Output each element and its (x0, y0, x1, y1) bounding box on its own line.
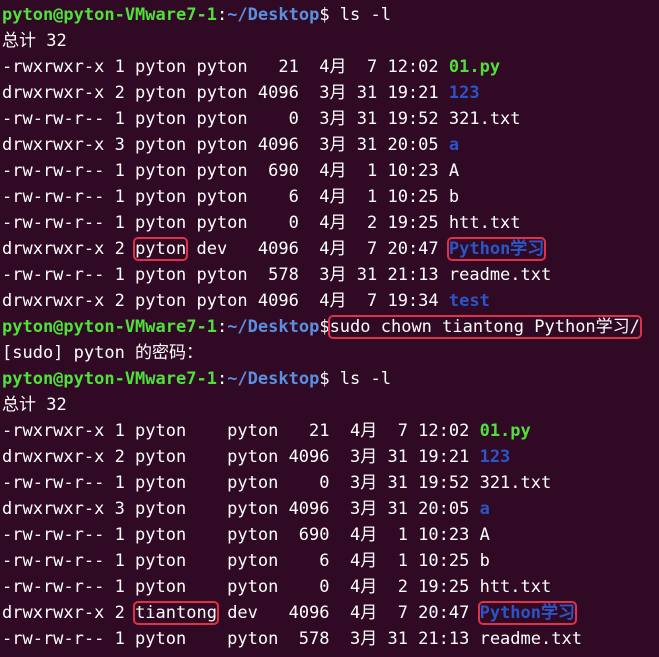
file-entry: drwxrwxr-x 2 pyton pyton 4096 3月 31 19:2… (2, 444, 659, 470)
output-text: [sudo] pyton 的密码： (2, 343, 204, 363)
file-details: dev 4096 4月 7 20:47 (186, 239, 449, 259)
file-name: b (448, 187, 460, 207)
file-entry: -rw-rw-r-- 1 pyton pyton 6 4月 1 10:25 b (2, 548, 659, 574)
output-line: [sudo] pyton 的密码： (2, 340, 659, 366)
file-entry: drwxrwxr-x 3 pyton pyton 4096 3月 31 20:0… (2, 132, 659, 158)
file-details: -rw-rw-r-- 1 pyton pyton 690 4月 1 10:23 (2, 525, 480, 545)
file-details: -rwxrwxr-x 1 pyton pyton 21 4月 7 12:02 (2, 421, 480, 441)
file-details: -rw-rw-r-- 1 pyton pyton 578 3月 31 21:13 (2, 629, 480, 649)
file-entry: -rw-rw-r-- 1 pyton pyton 6 4月 1 10:25 b (2, 184, 659, 210)
file-entry: drwxrwxr-x 2 pyton pyton 4096 4月 7 19:34… (2, 288, 659, 314)
command-text: ls -l (339, 369, 391, 389)
prompt-separator: : (216, 5, 228, 25)
prompt-path: ~/Desktop (227, 369, 320, 389)
file-details: drwxrwxr-x 3 pyton pyton 4096 3月 31 20:0… (2, 135, 449, 155)
prompt-path: ~/Desktop (227, 5, 320, 25)
file-entry: drwxrwxr-x 2 pyton pyton 4096 3月 31 19:2… (2, 80, 659, 106)
file-name: readme.txt (479, 629, 582, 649)
file-entry: -rw-rw-r-- 1 pyton pyton 690 4月 1 10:23 … (2, 158, 659, 184)
output-text: 总计 32 (2, 395, 67, 415)
file-details: -rw-rw-r-- 1 pyton pyton 0 4月 2 19:25 (2, 213, 449, 233)
prompt-line: pyton@pyton-VMware7-1:~/Desktop$ ls -l (2, 2, 659, 28)
output-line: 总计 32 (2, 28, 659, 54)
file-details: -rw-rw-r-- 1 pyton pyton 690 4月 1 10:23 (2, 161, 449, 181)
file-details: -rw-rw-r-- 1 pyton pyton 0 3月 31 19:52 (2, 473, 480, 493)
file-entry: -rw-rw-r-- 1 pyton pyton 578 3月 31 21:13… (2, 262, 659, 288)
file-name-highlighted: Python学习 (477, 601, 578, 625)
file-name: a (448, 135, 460, 155)
prompt-line: pyton@pyton-VMware7-1:~/Desktop$sudo cho… (2, 314, 659, 340)
file-details: -rw-rw-r-- 1 pyton pyton 0 3月 31 19:52 (2, 109, 449, 129)
file-name: b (479, 551, 490, 571)
file-details: dev 4096 4月 7 20:47 (216, 603, 480, 623)
file-details: -rw-rw-r-- 1 pyton pyton 6 4月 1 10:25 (2, 551, 480, 571)
file-name: 01.py (479, 421, 531, 441)
terminal-window[interactable]: pyton@pyton-VMware7-1:~/Desktop$ ls -l 总计… (2, 2, 659, 657)
prompt-user: pyton@pyton-VMware7-1 (2, 5, 217, 25)
prompt-separator: : (216, 369, 228, 389)
file-name-highlighted: Python学习 (446, 237, 547, 261)
file-name: htt.txt (479, 577, 552, 597)
prompt-path: ~/Desktop (227, 317, 320, 337)
prompt-symbol: $ (319, 5, 340, 25)
file-owner-highlighted: tiantong (133, 601, 219, 625)
file-name: A (448, 161, 460, 181)
file-entry-highlighted: drwxrwxr-x 2 pyton dev 4096 4月 7 20:47 P… (2, 236, 659, 262)
file-details: -rwxrwxr-x 1 pyton pyton 21 4月 7 12:02 (2, 57, 449, 77)
file-details: -rw-rw-r-- 1 pyton pyton 6 4月 1 10:25 (2, 187, 449, 207)
file-name: A (479, 525, 490, 545)
file-owner-highlighted: pyton (133, 237, 189, 261)
file-name: test (448, 291, 490, 311)
file-entry-highlighted: drwxrwxr-x 2 tiantong dev 4096 4月 7 20:4… (2, 600, 659, 626)
file-entry: -rw-rw-r-- 1 pyton pyton 0 4月 2 19:25 ht… (2, 574, 659, 600)
output-line: 总计 32 (2, 392, 659, 418)
file-details: drwxrwxr-x 2 pyton pyton 4096 3月 31 19:2… (2, 447, 480, 467)
file-entry: -rw-rw-r-- 1 pyton pyton 690 4月 1 10:23 … (2, 522, 659, 548)
command-text: sudo chown tiantong Python学习/ (327, 315, 642, 339)
file-details: drwxrwxr-x 2 pyton pyton 4096 3月 31 19:2… (2, 83, 449, 103)
output-text: 总计 32 (2, 31, 67, 51)
prompt-separator: : (216, 317, 228, 337)
prompt-symbol: $ (319, 317, 330, 337)
file-entry: -rwxrwxr-x 1 pyton pyton 21 4月 7 12:02 0… (2, 54, 659, 80)
command-text: ls -l (339, 5, 391, 25)
file-name: 321.txt (479, 473, 552, 493)
file-entry: drwxrwxr-x 3 pyton pyton 4096 3月 31 20:0… (2, 496, 659, 522)
file-details: -rw-rw-r-- 1 pyton pyton 0 4月 2 19:25 (2, 577, 480, 597)
prompt-symbol: $ (319, 369, 340, 389)
file-permissions: drwxrwxr-x 2 (2, 239, 136, 259)
file-name: 123 (479, 447, 511, 467)
file-entry: -rw-rw-r-- 1 pyton pyton 578 3月 31 21:13… (2, 626, 659, 652)
file-name: 01.py (448, 57, 501, 77)
file-details: drwxrwxr-x 3 pyton pyton 4096 3月 31 20:0… (2, 499, 480, 519)
file-name: 123 (448, 83, 480, 103)
file-entry: -rw-rw-r-- 1 pyton pyton 0 4月 2 19:25 ht… (2, 210, 659, 236)
file-name: 321.txt (448, 109, 521, 129)
file-details: drwxrwxr-x 2 pyton pyton 4096 4月 7 19:34 (2, 291, 449, 311)
file-name: htt.txt (448, 213, 521, 233)
file-name: a (479, 499, 490, 519)
prompt-user: pyton@pyton-VMware7-1 (2, 317, 217, 337)
prompt-line: pyton@pyton-VMware7-1:~/Desktop$ ls -l (2, 366, 659, 392)
file-entry: -rw-rw-r-- 1 pyton pyton 0 3月 31 19:52 3… (2, 106, 659, 132)
file-permissions: drwxrwxr-x 2 (2, 603, 136, 623)
file-name: readme.txt (448, 265, 552, 285)
file-entry: -rwxrwxr-x 1 pyton pyton 21 4月 7 12:02 0… (2, 418, 659, 444)
file-entry: -rw-rw-r-- 1 pyton pyton 0 3月 31 19:52 3… (2, 470, 659, 496)
file-details: -rw-rw-r-- 1 pyton pyton 578 3月 31 21:13 (2, 265, 449, 285)
prompt-user: pyton@pyton-VMware7-1 (2, 369, 217, 389)
